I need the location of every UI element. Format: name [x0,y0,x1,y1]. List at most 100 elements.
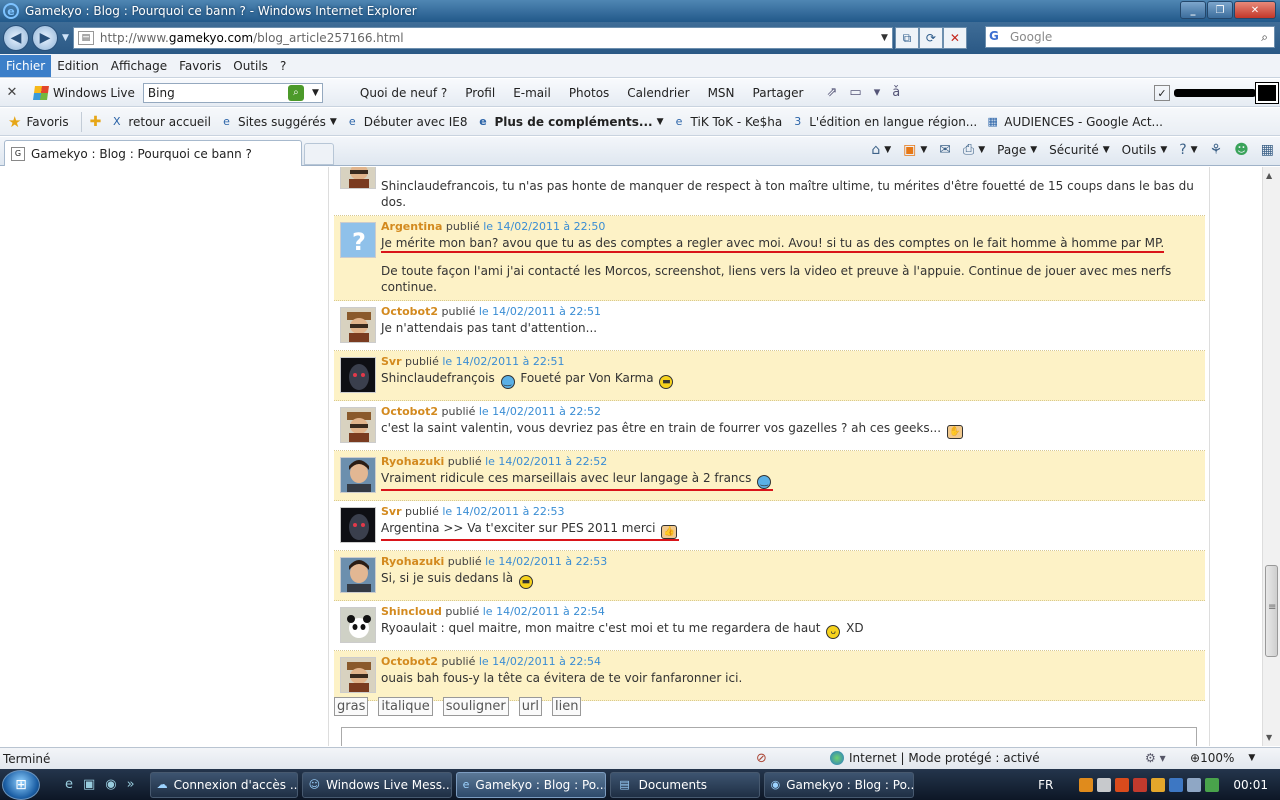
bbcode-italic-button[interactable]: italique [378,697,433,716]
favorite-link[interactable]: Xretour accueil [105,114,215,129]
vertical-scrollbar[interactable]: ▲ ▼ [1262,167,1280,746]
new-tab-button[interactable] [304,143,334,165]
ie-quicklaunch-icon[interactable]: e [65,777,73,792]
tray-app-icon[interactable] [1079,777,1094,792]
refresh-icon[interactable]: ⟳ [918,27,943,49]
scroll-up-icon[interactable]: ▲ [1266,171,1272,180]
address-bar[interactable]: ▤ http://www.gamekyo.com/blog_article257… [72,27,893,49]
taskbar-button[interactable]: e Gamekyo : Blog : Po... [455,771,606,798]
menu-help[interactable]: ? [274,55,292,77]
research-button[interactable]: ⚘ [1210,142,1223,158]
desktop-quicklaunch-icon[interactable]: ▣ [83,777,95,792]
taskbar-button[interactable]: ☺ Windows Live Mess... [301,771,452,798]
taskbar-button[interactable]: ◉ Gamekyo : Blog : Po... [763,771,914,798]
clock[interactable]: 00:01 [1233,778,1268,792]
history-dropdown-icon[interactable]: ▼ [62,33,69,43]
tray-network-icon[interactable] [1169,777,1184,792]
bbcode-url-button[interactable]: url [518,697,542,716]
messenger-button[interactable]: ☻ [1234,142,1249,158]
checkbox-icon[interactable]: ✓ [1154,85,1170,101]
comment-author[interactable]: Ryohazuki [381,455,444,468]
comment-date[interactable]: le 14/02/2011 à 22:54 [483,605,605,618]
menu-favoris[interactable]: Favoris [173,55,227,77]
quicklaunch-more-icon[interactable]: » [127,777,135,792]
comment-date[interactable]: le 14/02/2011 à 22:52 [479,405,601,418]
comment-date[interactable]: le 14/02/2011 à 22:50 [483,220,605,233]
tray-alert-icon[interactable] [1133,777,1148,792]
comment-author[interactable]: Argentina [381,220,442,233]
tray-security-icon[interactable] [1151,777,1166,792]
comment-author[interactable]: Svr [381,355,402,368]
user-avatar[interactable] [340,657,376,693]
home-button[interactable]: ⌂ ▼ [871,142,891,158]
start-button[interactable]: ⊞ [2,769,40,800]
user-avatar[interactable] [340,307,376,343]
menu-edition[interactable]: Edition [51,55,105,77]
comment-author[interactable]: Octobot2 [381,655,438,668]
help-button[interactable]: ? ▼ [1179,142,1197,158]
comment-author[interactable]: Octobot2 [381,305,438,318]
bbcode-bold-button[interactable]: gras [334,697,369,716]
taskbar-button[interactable]: ☁ Connexion d'accès ... [149,771,298,798]
user-avatar[interactable] [340,407,376,443]
bing-dropdown-icon[interactable]: ▼ [312,88,319,98]
compatibility-view-icon[interactable]: ⧉ [894,27,919,49]
tray-messenger-icon[interactable] [1205,777,1220,792]
user-avatar[interactable]: ? [340,222,376,258]
user-avatar[interactable] [340,607,376,643]
chevron-down-icon[interactable]: ▼ [657,117,664,127]
favorite-link[interactable]: e Débuter avec IE8 [341,114,472,129]
close-toolbar-icon[interactable]: ✕ [0,85,24,100]
search-box[interactable]: G Google ⌕ [985,26,1275,48]
forward-button[interactable]: ▶ [32,25,58,51]
live-link-profil[interactable]: Profil [456,86,504,100]
security-zone[interactable]: Internet | Mode protégé : activé [830,751,1040,765]
favorite-link[interactable]: e TiK ToK - Ke$ha [668,114,787,129]
back-button[interactable]: ◀ [3,25,29,51]
favorite-link[interactable]: ▦ AUDIENCES - Google Act... [981,114,1167,129]
language-indicator[interactable]: FR [1038,778,1053,792]
popup-blocked-icon[interactable]: ⊘ [756,751,767,766]
live-link-msn[interactable]: MSN [699,86,744,100]
address-url[interactable]: http://www.gamekyo.com/blog_article25716… [100,31,881,45]
security-menu[interactable]: Sécurité ▼ [1049,143,1109,157]
windows-live-logo[interactable]: Windows Live [33,85,135,100]
feeds-button[interactable]: ▣ ▼ [903,142,927,158]
tools-menu[interactable]: Outils ▼ [1122,143,1168,157]
address-dropdown-icon[interactable]: ▼ [881,33,888,43]
favorites-button[interactable]: ★ Favoris [0,113,77,131]
print-button[interactable]: ⎙ ▼ [963,142,985,158]
user-avatar[interactable] [340,167,376,189]
favorite-link[interactable]: e Sites suggérés ▼ [215,114,341,129]
add-favorite-icon[interactable]: ✚ [90,114,102,130]
user-avatar[interactable] [340,507,376,543]
live-link-calendrier[interactable]: Calendrier [618,86,698,100]
user-avatar[interactable] [340,457,376,493]
extra-button[interactable]: ▦ [1261,142,1274,158]
search-icon[interactable]: ⌕ [1261,30,1268,45]
tray-volume-icon[interactable] [1187,777,1202,792]
comment-author[interactable]: Ryohazuki [381,555,444,568]
comment-date[interactable]: le 14/02/2011 à 22:51 [442,355,564,368]
tab-gamekyo[interactable]: G Gamekyo : Blog : Pourquoi ce bann ? [4,140,302,166]
comment-author[interactable]: Octobot2 [381,405,438,418]
scroll-down-icon[interactable]: ▼ [1266,733,1272,742]
mail-button[interactable]: ✉ [939,142,951,158]
live-link-quoi-de-neuf[interactable]: Quoi de neuf ? [351,86,456,100]
window-icon[interactable]: ▭ [849,85,861,100]
favorite-link[interactable]: e Plus de compléments... ▼ [471,114,667,129]
comment-author[interactable]: Shincloud [381,605,442,618]
chevron-down-icon[interactable]: ▼ [330,117,337,127]
maximize-button[interactable]: ❐ [1207,1,1233,19]
comment-date[interactable]: le 14/02/2011 à 22:53 [442,505,564,518]
close-button[interactable]: ✕ [1234,1,1276,19]
bbcode-link-button[interactable]: lien [551,697,582,716]
live-link-partager[interactable]: Partager [744,86,813,100]
menu-fichier[interactable]: Fichier [0,54,52,77]
minimize-button[interactable]: _ [1180,1,1206,19]
protected-mode-icon[interactable]: ⚙ ▾ [1145,751,1166,765]
taskbar-button[interactable]: ▤ Documents [609,771,760,798]
share-icon[interactable]: ⇗ [827,85,838,100]
tray-tools-icon[interactable] [1097,777,1112,792]
dropdown-icon[interactable]: ▾ [874,85,881,100]
